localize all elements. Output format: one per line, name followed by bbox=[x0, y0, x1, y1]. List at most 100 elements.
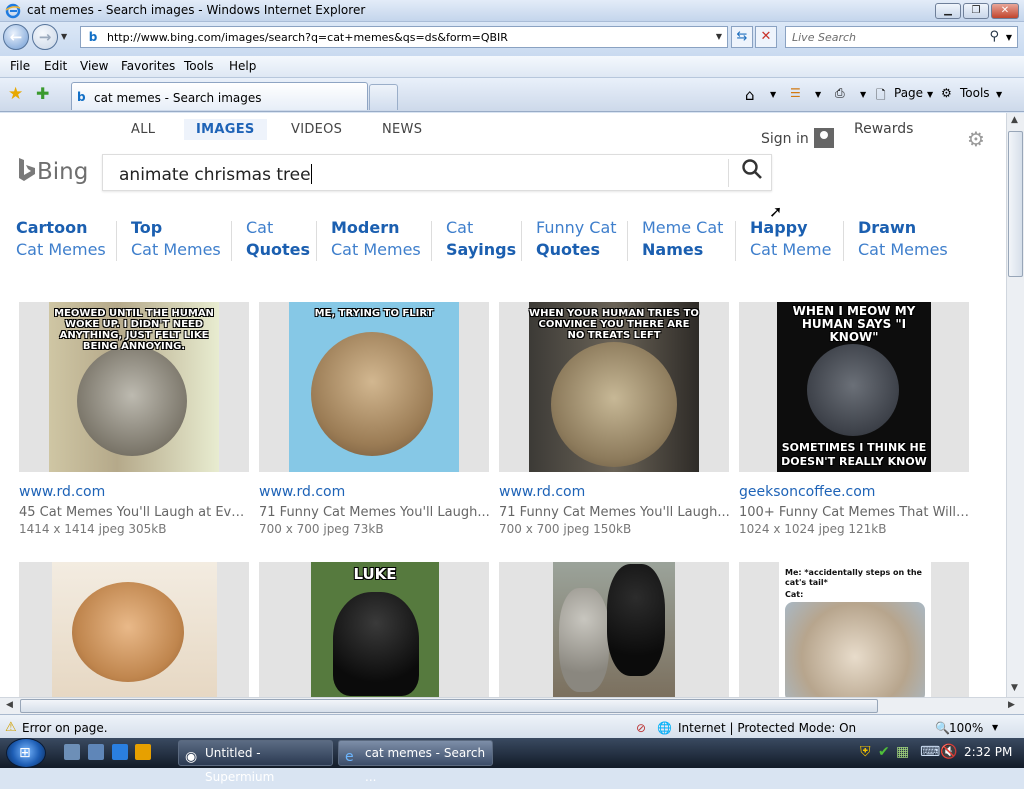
pivot-top-cat-memes[interactable]: Top Cat Memes bbox=[131, 217, 221, 263]
tray-network-alt-icon[interactable]: ▦ bbox=[896, 744, 909, 760]
new-tab-button[interactable] bbox=[369, 84, 398, 110]
pivot-drawn-cat-memes[interactable]: Drawn Cat Memes bbox=[858, 217, 948, 263]
live-search-field[interactable]: Live Search ⚲ ▼ bbox=[785, 26, 1018, 48]
image-thumbnail[interactable]: ME, TRYING TO FLIRT bbox=[259, 302, 489, 472]
result-host[interactable]: www.rd.com bbox=[499, 484, 585, 500]
feeds-dropdown-icon[interactable]: ▼ bbox=[815, 90, 821, 99]
sign-in-link[interactable]: Sign in bbox=[761, 131, 809, 147]
menu-edit[interactable]: Edit bbox=[44, 59, 67, 73]
refresh-button[interactable]: ⇆ bbox=[731, 26, 753, 48]
forward-button[interactable]: → bbox=[32, 24, 58, 50]
pivot-cat-quotes[interactable]: Cat Quotes bbox=[246, 217, 310, 263]
restore-button[interactable]: ❐ bbox=[963, 3, 989, 19]
taskbar-ie[interactable]: e cat memes - Search ... bbox=[338, 740, 493, 784]
tab-label: cat memes - Search images bbox=[94, 91, 262, 105]
pivot-cat-sayings[interactable]: Cat Sayings bbox=[446, 217, 516, 263]
clock[interactable]: 2:32 PM bbox=[964, 745, 1012, 759]
settings-gear-icon[interactable]: ⚙ bbox=[967, 127, 985, 151]
image-thumbnail[interactable] bbox=[19, 562, 249, 697]
volume-muted-icon[interactable]: 🔇 bbox=[940, 744, 957, 760]
feeds-icon[interactable]: ☰ bbox=[790, 86, 801, 100]
search-dropdown-icon[interactable]: ▼ bbox=[1006, 33, 1012, 42]
security-shield-icon[interactable]: ⛨ bbox=[860, 744, 871, 760]
search-input[interactable]: animate chrismas tree bbox=[119, 164, 312, 185]
scope-images[interactable]: IMAGES bbox=[184, 119, 267, 140]
start-button[interactable]: ⊞ bbox=[6, 738, 46, 768]
add-favorites-icon[interactable]: ✚ bbox=[36, 84, 49, 103]
address-dropdown-icon[interactable]: ▼ bbox=[716, 32, 722, 41]
scope-news[interactable]: NEWS bbox=[382, 122, 422, 137]
menu-file[interactable]: File bbox=[10, 59, 30, 73]
stop-button[interactable]: ✕ bbox=[755, 26, 777, 48]
menu-view[interactable]: View bbox=[80, 59, 108, 73]
result-host[interactable]: geeksoncoffee.com bbox=[739, 484, 875, 500]
network-icon[interactable]: ⌨ bbox=[920, 744, 940, 760]
address-url[interactable]: http://www.bing.com/images/search?q=cat+… bbox=[107, 31, 508, 44]
result-host[interactable]: www.rd.com bbox=[19, 484, 105, 500]
menu-help[interactable]: Help bbox=[229, 59, 256, 73]
show-desktop-icon[interactable] bbox=[64, 744, 80, 760]
media-player-icon[interactable] bbox=[135, 744, 151, 760]
print-dropdown-icon[interactable]: ▼ bbox=[860, 90, 866, 99]
result-caption[interactable]: 71 Funny Cat Memes You'll Laugh... bbox=[259, 505, 491, 520]
result-caption[interactable]: 71 Funny Cat Memes You'll Laugh... bbox=[499, 505, 731, 520]
meme-caption-top: LUKE bbox=[353, 565, 397, 583]
search-icon[interactable]: ⚲ bbox=[989, 29, 999, 44]
search-button[interactable] bbox=[736, 158, 768, 188]
tray-app-icon[interactable]: ✔ bbox=[878, 744, 890, 760]
favorites-star-icon[interactable]: ★ bbox=[8, 84, 23, 104]
scroll-right-icon[interactable]: ▶ bbox=[1008, 700, 1015, 710]
user-avatar-icon[interactable] bbox=[814, 128, 834, 148]
scroll-up-icon[interactable]: ▲ bbox=[1011, 115, 1018, 125]
horizontal-scrollbar[interactable]: ◀ ▶ bbox=[0, 697, 1024, 714]
menu-tools[interactable]: Tools bbox=[184, 59, 214, 73]
close-button[interactable]: ✕ bbox=[991, 3, 1019, 19]
print-icon[interactable]: ⎙ bbox=[835, 86, 845, 101]
search-icon bbox=[742, 159, 762, 179]
image-thumbnail[interactable]: WHEN I MEOW MY HUMAN SAYS "I KNOW" SOMET… bbox=[739, 302, 969, 472]
image-thumbnail[interactable]: WHEN YOUR HUMAN TRIES TO CONVINCE YOU TH… bbox=[499, 302, 729, 472]
ie-quick-launch-icon[interactable] bbox=[112, 744, 128, 760]
result-caption[interactable]: 45 Cat Memes You'll Laugh at Eve... bbox=[19, 505, 251, 520]
rewards-link[interactable]: Rewards bbox=[854, 121, 913, 137]
home-icon[interactable]: ⌂ bbox=[745, 86, 755, 104]
scroll-down-icon[interactable]: ▼ bbox=[1011, 683, 1018, 693]
pivot-cartoon-cat-memes[interactable]: Cartoon Cat Memes bbox=[16, 217, 106, 263]
taskbar-supermium[interactable]: ◉ Untitled - Supermium bbox=[178, 740, 333, 784]
minimize-button[interactable]: ▁ bbox=[935, 3, 961, 19]
vertical-scroll-thumb[interactable] bbox=[1008, 131, 1023, 277]
home-dropdown-icon[interactable]: ▼ bbox=[770, 90, 776, 99]
pivot-modern-cat-memes[interactable]: Modern Cat Memes bbox=[331, 217, 421, 263]
back-button[interactable]: ← bbox=[3, 24, 29, 50]
search-box[interactable]: animate chrismas tree bbox=[102, 154, 772, 191]
security-zone[interactable]: Internet | Protected Mode: On bbox=[678, 721, 856, 735]
image-thumbnail[interactable]: MEOWED UNTIL THE HUMAN WOKE UP. I DIDN'T… bbox=[19, 302, 249, 472]
tools-dropdown-icon[interactable]: ▼ bbox=[996, 90, 1002, 99]
result-caption[interactable]: 100+ Funny Cat Memes That Will ... bbox=[739, 505, 971, 520]
address-field[interactable]: b http://www.bing.com/images/search?q=ca… bbox=[80, 26, 728, 48]
image-thumbnail[interactable]: LUKE bbox=[259, 562, 489, 697]
scope-all[interactable]: ALL bbox=[131, 122, 155, 137]
page-menu[interactable]: Page bbox=[894, 86, 923, 100]
pivot-meme-cat-names[interactable]: Meme Cat Names bbox=[642, 217, 723, 263]
zoom-level[interactable]: 100% bbox=[949, 721, 983, 735]
tools-menu[interactable]: Tools bbox=[960, 86, 990, 100]
pivot-happy-cat-meme[interactable]: Happy Cat Meme bbox=[750, 217, 831, 263]
status-message[interactable]: Error on page. bbox=[22, 721, 108, 735]
pivot-funny-cat-quotes[interactable]: Funny Cat Quotes bbox=[536, 217, 617, 263]
scroll-left-icon[interactable]: ◀ bbox=[6, 700, 13, 710]
result-host[interactable]: www.rd.com bbox=[259, 484, 345, 500]
switch-windows-icon[interactable] bbox=[88, 744, 104, 760]
warning-icon[interactable]: ⚠ bbox=[5, 720, 17, 735]
vertical-scrollbar[interactable]: ▲ ▼ bbox=[1006, 113, 1024, 697]
history-dropdown-icon[interactable]: ▼ bbox=[61, 32, 67, 41]
horizontal-scroll-thumb[interactable] bbox=[20, 699, 878, 713]
bing-logo[interactable]: Bing bbox=[17, 157, 88, 185]
image-thumbnail[interactable] bbox=[499, 562, 729, 697]
tab-cat-memes[interactable]: b cat memes - Search images bbox=[71, 82, 368, 110]
page-dropdown-icon[interactable]: ▼ bbox=[927, 90, 933, 99]
menu-favorites[interactable]: Favorites bbox=[121, 59, 175, 73]
image-thumbnail[interactable]: Me: *accidentally steps on the cat's tai… bbox=[739, 562, 969, 697]
scope-videos[interactable]: VIDEOS bbox=[291, 122, 342, 137]
zoom-dropdown-icon[interactable]: ▼ bbox=[992, 723, 998, 732]
